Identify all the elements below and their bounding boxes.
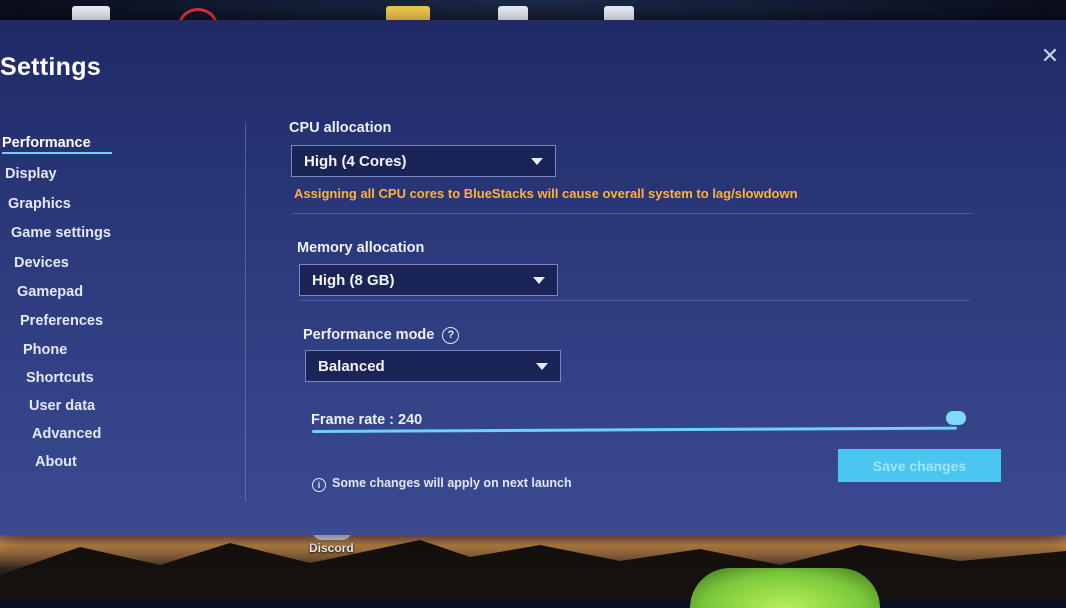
page-title: Settings	[0, 53, 102, 81]
tent-image	[690, 568, 880, 608]
sidebar-item-phone[interactable]: Phone	[23, 342, 67, 358]
chevron-down-icon	[533, 276, 545, 284]
mountains-silhouette	[0, 540, 1066, 600]
active-tab-indicator	[2, 152, 112, 154]
cpu-allocation-dropdown[interactable]: High (4 Cores)	[291, 145, 556, 177]
sidebar-item-graphics[interactable]: Graphics	[8, 196, 71, 212]
performance-mode-dropdown[interactable]: Balanced	[305, 350, 561, 382]
frame-rate-label: Frame rate : 240	[311, 412, 423, 428]
sidebar-item-shortcuts[interactable]: Shortcuts	[26, 370, 94, 386]
chevron-down-icon	[531, 157, 543, 165]
sidebar-item-user-data[interactable]: User data	[29, 398, 95, 414]
sidebar-item-game-settings[interactable]: Game settings	[11, 225, 111, 241]
discord-label[interactable]: Discord	[309, 541, 354, 555]
memory-allocation-dropdown[interactable]: High (8 GB)	[299, 264, 558, 296]
performance-mode-value: Balanced	[318, 357, 385, 375]
sidebar-item-performance[interactable]: Performance	[2, 135, 91, 151]
chevron-down-icon	[536, 362, 548, 370]
divider	[300, 300, 970, 301]
frame-rate-slider-thumb[interactable]	[946, 411, 966, 425]
sidebar-divider	[245, 122, 246, 502]
cpu-allocation-label: CPU allocation	[289, 120, 392, 136]
sidebar-item-display[interactable]: Display	[5, 166, 57, 182]
restart-notice: i Some changes will apply on next launch	[312, 476, 572, 492]
divider	[292, 213, 974, 214]
memory-allocation-value: High (8 GB)	[312, 271, 395, 289]
sidebar-item-about[interactable]: About	[35, 454, 77, 470]
cpu-allocation-value: High (4 Cores)	[304, 152, 407, 170]
save-changes-button[interactable]: Save changes	[838, 449, 1001, 482]
close-icon[interactable]: ✕	[1040, 45, 1060, 67]
performance-mode-label: Performance mode?	[303, 327, 460, 344]
cpu-warning-text: Assigning all CPU cores to BlueStacks wi…	[294, 186, 798, 201]
performance-mode-label-text: Performance mode	[303, 327, 435, 343]
sidebar-item-advanced[interactable]: Advanced	[32, 426, 101, 442]
sidebar-item-devices[interactable]: Devices	[14, 255, 69, 271]
info-icon: i	[312, 478, 326, 492]
memory-allocation-label: Memory allocation	[297, 240, 425, 256]
sidebar-item-gamepad[interactable]: Gamepad	[17, 284, 83, 300]
help-icon[interactable]: ?	[442, 327, 460, 344]
restart-notice-text: Some changes will apply on next launch	[332, 476, 572, 490]
sidebar-item-preferences[interactable]: Preferences	[20, 313, 103, 329]
